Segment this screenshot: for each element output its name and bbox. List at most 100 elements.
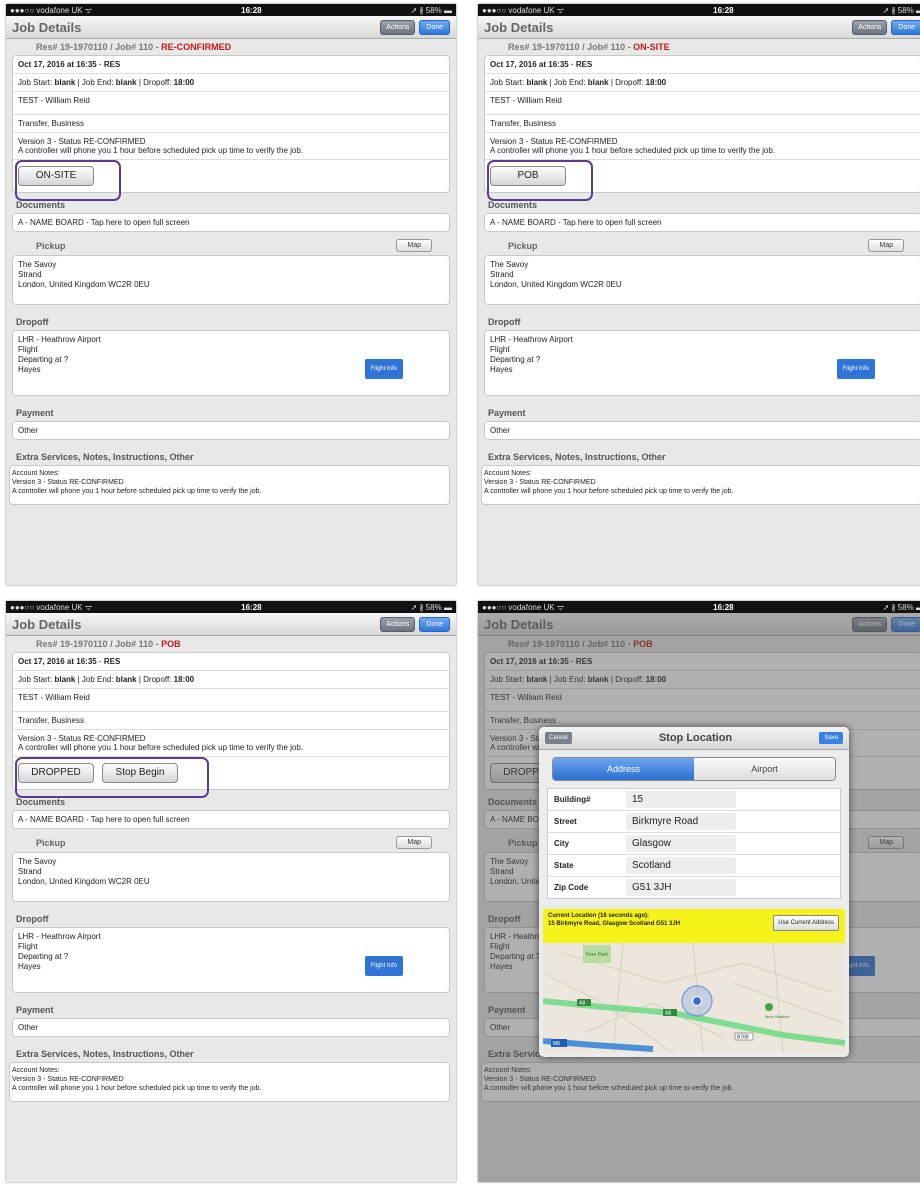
job-end-label: | Job End: bbox=[547, 78, 588, 87]
battery-indicator: ➚ ∦ 58% ▬ bbox=[882, 602, 920, 612]
cancel-button[interactable]: Cancel bbox=[545, 732, 572, 744]
pickup-line: London, United Kingdom WC2R 0EU bbox=[18, 877, 150, 886]
job-details-screen: ●●●○○ vodafone UK ᯤ 16:28 ➚ ∦ 58% ▬ Job … bbox=[6, 601, 456, 1182]
page-title: Job Details bbox=[484, 19, 554, 35]
version-status: Version 3 - Status RE-CONFIRMED bbox=[18, 137, 146, 146]
job-date: Oct 17, 2016 at 16:35 · RES bbox=[13, 56, 449, 74]
form-row: City Glasgow bbox=[548, 833, 840, 855]
done-button[interactable]: Done bbox=[419, 616, 450, 632]
park-label: Fern Park bbox=[586, 952, 608, 958]
dropoff-line: Flight bbox=[18, 345, 38, 354]
current-location-pin bbox=[691, 995, 703, 1007]
name-board-document[interactable]: A - NAME BOARD - Tap here to open full s… bbox=[485, 214, 920, 231]
job-end-value: blank bbox=[115, 675, 137, 684]
job-details-screen: ●●●○○ vodafone UK ᯤ 16:28 ➚ ∦ 58% ▬ Job … bbox=[478, 4, 920, 585]
pickup-header: Pickup Map bbox=[6, 232, 456, 255]
reservation-line: Res# 19-1970110 / Job# 110 - POB bbox=[6, 636, 456, 652]
reservation-number: Res# 19-1970110 / Job# 110 - bbox=[36, 639, 162, 649]
job-end-label: | Job End: bbox=[75, 675, 116, 684]
dropoff-line: LHR - Heathrow Airport bbox=[490, 335, 573, 344]
pickup-address: The Savoy Strand London, United Kingdom … bbox=[485, 256, 920, 304]
job-end-value: blank bbox=[587, 78, 609, 87]
name-board-document[interactable]: A - NAME BOARD - Tap here to open full s… bbox=[13, 214, 449, 231]
done-button[interactable]: Done bbox=[419, 19, 450, 35]
version-info: Version 3 - Status RE-CONFIRMEDA control… bbox=[13, 730, 449, 757]
form-row: State Scotland bbox=[548, 855, 840, 877]
save-button[interactable]: Save bbox=[819, 732, 843, 744]
status-bar: ●●●○○ vodafone UK ᯤ 16:28 ➚ ∦ 58% ▬ bbox=[478, 4, 920, 16]
job-date: Oct 17, 2016 at 16:35 · RES bbox=[13, 653, 449, 671]
job-status: POB bbox=[161, 639, 181, 649]
pickup-address: The Savoy Strand London, United Kingdom … bbox=[13, 256, 449, 304]
city-field[interactable]: Glasgow bbox=[626, 835, 736, 852]
road-a8-label: A8 bbox=[665, 1011, 671, 1017]
version-status: Version 3 - Status RE-CONFIRMED bbox=[18, 734, 146, 743]
actions-button[interactable]: Actions bbox=[852, 19, 888, 35]
road-b768-label: B768 bbox=[737, 1035, 749, 1041]
actions-button[interactable]: Actions bbox=[380, 19, 416, 35]
dropoff-time-value: 18:00 bbox=[645, 78, 667, 87]
tab-address[interactable]: Address bbox=[553, 758, 694, 780]
status-bar: ●●●○○ vodafone UK ᯤ 16:28 ➚ ∦ 58% ▬ bbox=[6, 601, 456, 613]
dropoff-time-label: | Dropoff: bbox=[136, 78, 174, 87]
building-field[interactable]: 15 bbox=[626, 791, 736, 808]
pickup-label: Pickup bbox=[36, 837, 66, 848]
dropoff-address: LHR - Heathrow Airport Flight Departing … bbox=[485, 331, 920, 395]
field-label: Zip Code bbox=[554, 883, 589, 892]
service-type: Transfer, Business bbox=[13, 115, 449, 133]
job-details-screen: ●●●○○ vodafone UK ᯤ 16:28 ➚ ∦ 58% ▬ Job … bbox=[6, 4, 456, 585]
address-form: Building# 15 Street Birkmyre Road City Glas… bbox=[547, 788, 841, 899]
field-label: Building# bbox=[554, 795, 591, 804]
job-times: Job Start: blank | Job End: blank | Drop… bbox=[485, 74, 920, 92]
job-end-label: | Job End: bbox=[75, 78, 116, 87]
job-status: RE-CONFIRMED bbox=[161, 42, 232, 52]
job-details-screen: ●●●○○ vodafone UK ᯤ 16:28 ➚ ∦ 58% ▬ Job … bbox=[478, 601, 920, 1182]
clock: 16:28 bbox=[241, 5, 262, 15]
done-button[interactable]: Done bbox=[891, 19, 920, 35]
dialog-header: Cancel Stop Location Save bbox=[539, 727, 849, 750]
location-map[interactable]: Fern Park A8 A8 M8 B768 Ibrox Stadium bbox=[543, 943, 845, 1053]
field-label: City bbox=[554, 839, 570, 848]
map-button[interactable]: Map bbox=[868, 239, 904, 252]
flight-info-button[interactable]: Flight Info bbox=[836, 359, 875, 379]
street-field[interactable]: Birkmyre Road bbox=[626, 813, 736, 830]
dropoff-line: LHR - Heathrow Airport bbox=[18, 335, 101, 344]
dropoff-header: Dropoff bbox=[488, 317, 521, 327]
payment-header: Payment bbox=[16, 408, 54, 418]
pickup-line: Strand bbox=[18, 867, 42, 876]
tab-airport[interactable]: Airport bbox=[694, 758, 835, 780]
dropoff-address: LHR - Heathrow Airport Flight Departing … bbox=[13, 928, 449, 992]
map-button[interactable]: Map bbox=[396, 836, 432, 849]
actions-button[interactable]: Actions bbox=[380, 616, 416, 632]
pickup-header: Pickup Map bbox=[478, 232, 920, 255]
pickup-address: The Savoy Strand London, United Kingdom … bbox=[13, 853, 449, 901]
use-current-address-button[interactable]: Use Current Address bbox=[773, 915, 839, 931]
job-start-value: blank bbox=[54, 675, 76, 684]
dropoff-line: Flight bbox=[490, 345, 510, 354]
payment-value: Other bbox=[490, 426, 511, 435]
pickup-header: Pickup Map bbox=[6, 829, 456, 852]
dropoff-header: Dropoff bbox=[16, 914, 49, 924]
road-m8-label: M8 bbox=[553, 1041, 560, 1047]
notes-line: Version 3 - Status RE-CONFIRMED bbox=[12, 479, 124, 486]
flight-info-button[interactable]: Flight Info bbox=[364, 956, 403, 976]
carrier-label: ●●●○○ vodafone UK ᯤ bbox=[10, 5, 93, 15]
battery-indicator: ➚ ∦ 58% ▬ bbox=[410, 5, 452, 15]
carrier-label: ●●●○○ vodafone UK ᯤ bbox=[482, 602, 565, 612]
dropoff-header: Dropoff bbox=[16, 317, 49, 327]
flight-info-button[interactable]: Flight Info bbox=[364, 359, 403, 379]
version-status: Version 3 - Status RE-CONFIRMED bbox=[490, 137, 618, 146]
zip-code-field[interactable]: G51 3JH bbox=[626, 879, 736, 896]
form-row: Building# 15 bbox=[548, 789, 840, 811]
clock: 16:28 bbox=[713, 602, 734, 612]
state-field[interactable]: Scotland bbox=[626, 857, 736, 874]
map-button[interactable]: Map bbox=[396, 239, 432, 252]
name-board-document[interactable]: A - NAME BOARD - Tap here to open full s… bbox=[13, 811, 449, 828]
carrier-label: ●●●○○ vodafone UK ᯤ bbox=[10, 602, 93, 612]
job-summary-card: Oct 17, 2016 at 16:35 · RES Job Start: b… bbox=[12, 652, 450, 798]
notes-line: Account Notes: bbox=[484, 470, 532, 477]
job-summary-card: Oct 17, 2016 at 16:35 · RES Job Start: b… bbox=[12, 55, 450, 201]
stadium-label: Ibrox Stadium bbox=[765, 1014, 790, 1019]
field-label: Street bbox=[554, 817, 577, 826]
map-graphic: Fern Park A8 A8 M8 B768 Ibrox Stadium bbox=[543, 943, 845, 1053]
